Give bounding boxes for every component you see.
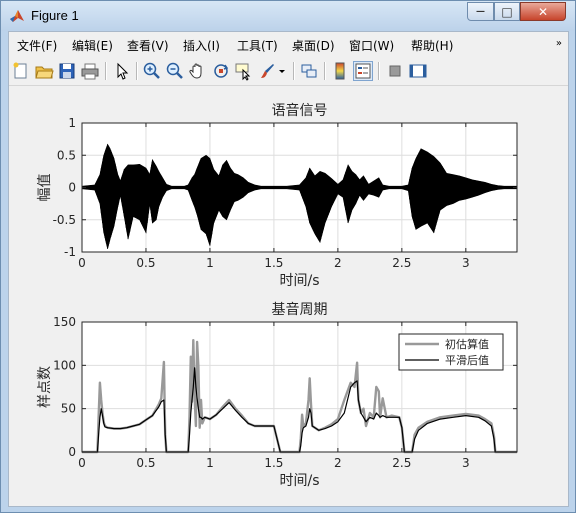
print-icon[interactable]: [80, 61, 100, 81]
y-tick-label: 150: [53, 315, 76, 329]
colorbar-icon[interactable]: [330, 61, 350, 81]
x-tick-label: 1.5: [264, 256, 283, 270]
x-axis-label: 时间/s: [279, 273, 319, 289]
x-tick-label: 0.5: [136, 256, 155, 270]
zoom-out-icon[interactable]: [165, 61, 185, 81]
y-tick-label: 0: [68, 445, 76, 459]
hide-plot-tools-icon[interactable]: [385, 61, 405, 81]
toolbar-separator: [324, 62, 326, 80]
x-tick-label: 0: [78, 256, 86, 270]
toolbar-separator: [293, 62, 295, 80]
menu-edit[interactable]: 编辑(E): [72, 37, 113, 54]
y-axis-label: 幅值: [37, 174, 53, 202]
x-tick-label: 0: [78, 456, 86, 470]
legend-label-2: 平滑后值: [445, 354, 489, 367]
toolbar-separator: [378, 62, 380, 80]
y-tick-label: 50: [61, 402, 76, 416]
x-tick-label: 2.5: [392, 256, 411, 270]
toolbar-separator: [136, 62, 138, 80]
figure-frame: 文件(F) 编辑(E) 查看(V) 插入(I) 工具(T) 桌面(D) 窗口(W…: [8, 31, 569, 507]
save-icon[interactable]: [57, 61, 77, 81]
x-tick-label: 3: [462, 456, 470, 470]
x-axis-label: 时间/s: [279, 473, 319, 489]
menu-file[interactable]: 文件(F): [17, 37, 57, 54]
x-tick-label: 1.5: [264, 456, 283, 470]
maximize-icon: □: [501, 4, 513, 19]
x-tick-label: 1: [206, 456, 214, 470]
y-tick-label: -1: [64, 245, 76, 259]
open-file-icon[interactable]: [34, 61, 54, 81]
x-tick-label: 2: [334, 456, 342, 470]
chart-title: 基音周期: [272, 301, 328, 318]
maximize-button[interactable]: □: [494, 2, 520, 21]
menu-bar: 文件(F) 编辑(E) 查看(V) 插入(I) 工具(T) 桌面(D) 窗口(W…: [9, 32, 568, 56]
menu-help[interactable]: 帮助(H): [411, 37, 453, 54]
close-button[interactable]: ✕: [520, 2, 566, 21]
menu-view[interactable]: 查看(V): [127, 37, 169, 54]
legend-icon[interactable]: [353, 61, 373, 81]
x-tick-label: 2.5: [392, 456, 411, 470]
title-bar[interactable]: Figure 1 — □ ✕: [1, 1, 575, 31]
toolbar-separator: [105, 62, 107, 80]
legend-label-1: 初估算值: [445, 337, 489, 351]
menu-desktop[interactable]: 桌面(D): [292, 37, 335, 54]
chart-2: 0 0.5 1 1.5 2 2.5 3 0 50 100 150 基音周期时间/s 样点数 初估算值平滑后…: [37, 301, 518, 489]
menu-insert[interactable]: 插入(I): [183, 37, 220, 54]
minimize-icon: —: [476, 6, 485, 17]
close-icon: ✕: [537, 4, 549, 19]
show-plot-tools-icon[interactable]: [408, 61, 428, 81]
x-tick-label: 3: [462, 256, 470, 270]
figure-window: Figure 1 — □ ✕ 文件(F) 编辑(E) 查看(V) 插入(I) 工…: [0, 0, 576, 513]
toolbar: [9, 57, 568, 86]
y-tick-label: 0: [68, 181, 76, 195]
rotate-3d-icon[interactable]: [211, 61, 231, 81]
x-tick-label: 2: [334, 256, 342, 270]
y-tick-label: -0.5: [53, 213, 76, 227]
matlab-logo-icon: [9, 8, 25, 24]
chart-1: 0 0.5 1 1.5 2 2.5 3 -1 -0.5 0 0.5 1 语音信号时间/s 幅值: [37, 102, 518, 289]
pan-hand-icon[interactable]: [188, 61, 208, 81]
x-tick-label: 0.5: [136, 456, 155, 470]
data-cursor-icon[interactable]: [234, 61, 254, 81]
menu-tools[interactable]: 工具(T): [237, 37, 278, 54]
y-tick-label: 100: [53, 358, 76, 372]
x-tick-label: 1: [206, 256, 214, 270]
minimize-button[interactable]: —: [467, 2, 494, 21]
link-plot-icon[interactable]: [299, 61, 319, 81]
edit-plot-arrow-icon[interactable]: [112, 61, 132, 81]
figure-canvas[interactable]: 0 0.5 1 1.5 2 2.5 3 -1 -0.5 0 0.5 1 语音信号时间/s 幅值 0 0.5 1 1…: [9, 86, 568, 506]
brush-icon[interactable]: [257, 61, 277, 81]
plot-area: 0 0.5 1 1.5 2 2.5 3 -1 -0.5 0 0.5 1 语音信号时间/s 幅值 0 0.5 1 1…: [9, 86, 568, 506]
window-title: Figure 1: [31, 8, 79, 23]
y-tick-label: 0.5: [57, 148, 76, 162]
y-axis-label: 样点数: [37, 366, 53, 408]
legend: 初估算值平滑后值: [398, 333, 504, 371]
zoom-in-icon[interactable]: [142, 61, 162, 81]
y-tick-label: 1: [68, 116, 76, 130]
chart-title: 语音信号: [272, 102, 328, 119]
brush-dropdown-icon[interactable]: [277, 61, 287, 81]
menu-overflow-icon[interactable]: »: [556, 38, 562, 49]
new-figure-icon[interactable]: [11, 61, 31, 81]
menu-window[interactable]: 窗口(W): [349, 37, 394, 54]
